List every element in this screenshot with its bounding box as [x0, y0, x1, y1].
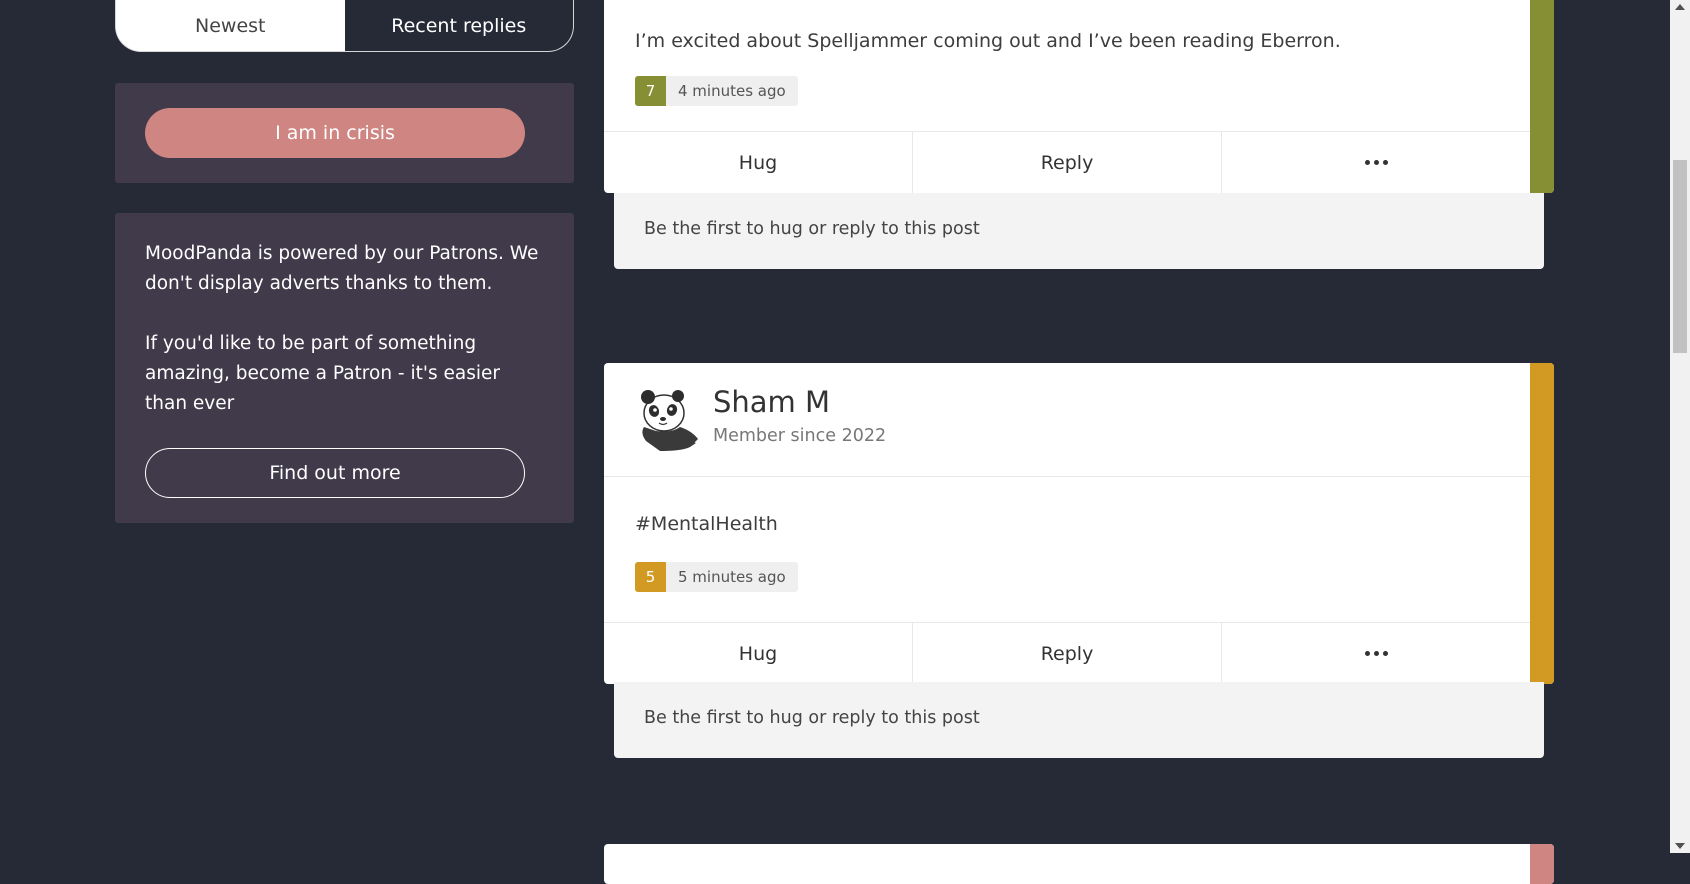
crisis-button[interactable]: I am in crisis [145, 108, 525, 158]
mood-color-stripe [1530, 363, 1554, 684]
post-text: I’m excited about Spelljammer coming out… [635, 30, 1341, 52]
reply-button[interactable]: Reply [912, 132, 1221, 193]
more-icon [1364, 160, 1388, 165]
scroll-up-arrow-icon[interactable] [1675, 4, 1685, 10]
post-card [604, 844, 1554, 884]
more-options-button[interactable] [1221, 623, 1530, 684]
tab-newest[interactable]: Newest [116, 0, 345, 51]
post-text: #MentalHealth [635, 513, 778, 535]
post-actions: Hug Reply [604, 622, 1530, 684]
patron-panel: MoodPanda is powered by our Patrons. We … [115, 213, 574, 523]
comments-box: Be the first to hug or reply to this pos… [614, 193, 1544, 269]
crisis-panel: I am in crisis [115, 83, 574, 183]
patron-text: MoodPanda is powered by our Patrons. We … [145, 239, 540, 419]
comments-box: Be the first to hug or reply to this pos… [614, 682, 1544, 758]
feed-tabs: Newest Recent replies [115, 0, 574, 52]
hug-button[interactable]: Hug [604, 132, 912, 193]
post-meta: 7 4 minutes ago [635, 76, 798, 106]
patron-paragraph-2: If you'd like to be part of something am… [145, 333, 500, 414]
panda-avatar-icon[interactable] [632, 387, 698, 453]
more-icon [1364, 651, 1388, 656]
scrollbar-thumb[interactable] [1673, 160, 1687, 353]
mood-rating-badge: 7 [635, 76, 666, 106]
hug-button[interactable]: Hug [604, 623, 912, 684]
post-username[interactable]: Sham M [713, 385, 830, 419]
tab-recent-replies[interactable]: Recent replies [344, 0, 573, 51]
post-actions: Hug Reply [604, 131, 1530, 193]
page-scrollbar[interactable] [1670, 0, 1690, 853]
more-options-button[interactable] [1221, 132, 1530, 193]
mood-rating-badge: 5 [635, 562, 666, 592]
member-since: Member since 2022 [713, 426, 887, 446]
comments-empty-text: Be the first to hug or reply to this pos… [644, 708, 980, 728]
post-card: I’m excited about Spelljammer coming out… [604, 0, 1554, 193]
scroll-down-arrow-icon[interactable] [1675, 843, 1685, 849]
patron-paragraph-1: MoodPanda is powered by our Patrons. We … [145, 243, 539, 294]
find-out-more-button[interactable]: Find out more [145, 448, 525, 498]
reply-button[interactable]: Reply [912, 623, 1221, 684]
post-timestamp: 4 minutes ago [678, 82, 786, 100]
mood-color-stripe [1530, 0, 1554, 193]
mood-color-stripe [1530, 844, 1554, 884]
post-timestamp: 5 minutes ago [678, 568, 786, 586]
post-header-divider [604, 476, 1530, 477]
post-meta: 5 5 minutes ago [635, 562, 798, 592]
comments-empty-text: Be the first to hug or reply to this pos… [644, 219, 980, 239]
